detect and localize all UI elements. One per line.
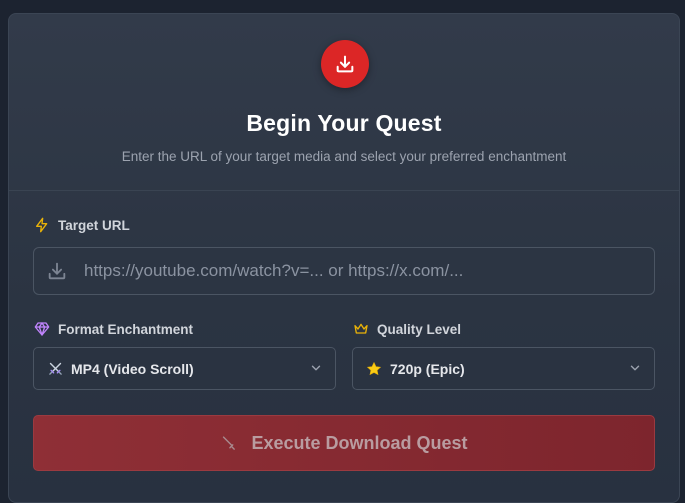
download-icon (321, 40, 369, 88)
target-url-label: Target URL (34, 217, 130, 233)
crown-icon (353, 321, 369, 337)
sword-icon (220, 435, 237, 452)
lightning-bolt-icon (34, 217, 50, 233)
format-label: Format Enchantment (34, 321, 193, 337)
url-input[interactable] (82, 260, 642, 282)
star-icon (366, 361, 382, 377)
quest-card: Begin Your Quest Enter the URL of your t… (8, 13, 680, 503)
download-icon (46, 260, 68, 282)
page-title: Begin Your Quest (246, 110, 442, 136)
diamond-icon (34, 321, 50, 337)
crossed-swords-icon (47, 361, 63, 377)
quality-select[interactable]: 720p (Epic) (352, 347, 655, 390)
divider (9, 190, 679, 191)
chevron-down-icon (309, 361, 323, 375)
format-select-value: MP4 (Video Scroll) (71, 360, 194, 377)
quality-label: Quality Level (353, 321, 461, 337)
format-select[interactable]: MP4 (Video Scroll) (33, 347, 336, 390)
quality-select-value: 720p (Epic) (390, 360, 465, 377)
url-input-container[interactable] (33, 247, 655, 295)
page-subtitle: Enter the URL of your target media and s… (121, 149, 567, 164)
execute-download-label: Execute Download Quest (251, 432, 468, 453)
chevron-down-icon (628, 361, 642, 375)
execute-download-button[interactable]: Execute Download Quest (33, 415, 655, 471)
